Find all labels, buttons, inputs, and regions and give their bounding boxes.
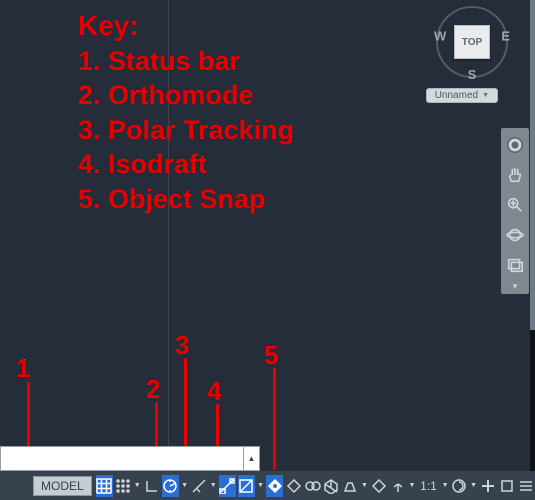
orbit-button[interactable] [501,220,529,250]
pan-button[interactable] [501,160,529,190]
key-item-4: 4. Isodraft [78,147,294,182]
key-item-3: 3. Polar Tracking [78,113,294,148]
showmotion-button[interactable] [501,250,529,280]
callout-num-1: 1 [16,353,30,384]
isolate-objects-button[interactable] [498,475,515,497]
viewcube-south[interactable]: S [468,67,477,82]
object-snap-button[interactable] [238,475,255,497]
transparency-button[interactable] [285,475,302,497]
annotation-monitor-button[interactable] [479,475,496,497]
snap-mode-dropdown[interactable]: ▼ [133,475,141,497]
callout-line-5 [273,368,276,470]
viewcube[interactable]: W E TOP S [436,6,508,78]
viewcube-top-face[interactable]: TOP [454,25,490,59]
viewcube-west[interactable]: W [434,29,446,44]
gizmo-button[interactable] [389,475,406,497]
key-item-5: 5. Object Snap [78,182,294,217]
zoom-button[interactable] [501,190,529,220]
chevron-down-icon: ▼ [482,92,489,99]
isodraft-button[interactable] [190,475,207,497]
key-item-1: 1. Status bar [78,44,294,79]
workspace-switch-button[interactable] [451,475,468,497]
3d-osnap-button[interactable] [323,475,340,497]
lineweight-button[interactable] [266,475,283,497]
polar-tracking-dropdown[interactable]: ▼ [181,475,189,497]
vertical-scrollbar[interactable] [530,0,535,471]
object-snap-dropdown[interactable]: ▼ [257,475,265,497]
navbar-menu-button[interactable]: ▾ [501,280,529,292]
ortho-mode-button[interactable] [143,475,160,497]
dynamic-ucs-dropdown[interactable]: ▼ [361,475,369,497]
navigation-bar: ▾ [501,128,529,294]
scrollbar-thumb[interactable] [530,0,535,330]
key-title: Key: [78,8,294,44]
model-space-button[interactable]: MODEL [33,476,92,496]
isodraft-dropdown[interactable]: ▼ [209,475,217,497]
selection-filter-button[interactable] [370,475,387,497]
grid-display-button[interactable] [96,475,113,497]
polar-tracking-button[interactable] [162,475,179,497]
callout-num-3: 3 [175,330,189,361]
steering-wheel-button[interactable] [501,130,529,160]
guide-line [0,0,165,1]
callout-num-5: 5 [264,340,278,371]
ucs-label: Unnamed [435,90,478,101]
command-history-expand[interactable]: ▲ [243,447,259,470]
command-line[interactable]: ▲ [0,446,260,471]
workspace-switch-dropdown[interactable]: ▼ [470,475,478,497]
callout-num-2: 2 [146,374,160,405]
dynamic-ucs-button[interactable] [342,475,359,497]
annotation-scale-dropdown[interactable]: ▼ [441,475,449,497]
key-item-2: 2. Orthomode [78,78,294,113]
gizmo-dropdown[interactable]: ▼ [408,475,416,497]
key-legend: Key: 1. Status bar 2. Orthomode 3. Polar… [78,8,294,217]
snap-mode-button[interactable] [115,475,132,497]
status-bar: MODEL ▼ ▼ ▼ ▼ ▼ ▼ [0,471,535,500]
callout-num-4: 4 [207,376,221,407]
osnap-tracking-button[interactable] [219,475,236,497]
viewcube-east[interactable]: E [501,29,510,44]
customization-button[interactable] [517,475,534,497]
selection-cycling-button[interactable] [304,475,321,497]
annotation-scale-button[interactable]: 1:1 [418,475,439,497]
ucs-dropdown[interactable]: Unnamed ▼ [426,88,498,103]
